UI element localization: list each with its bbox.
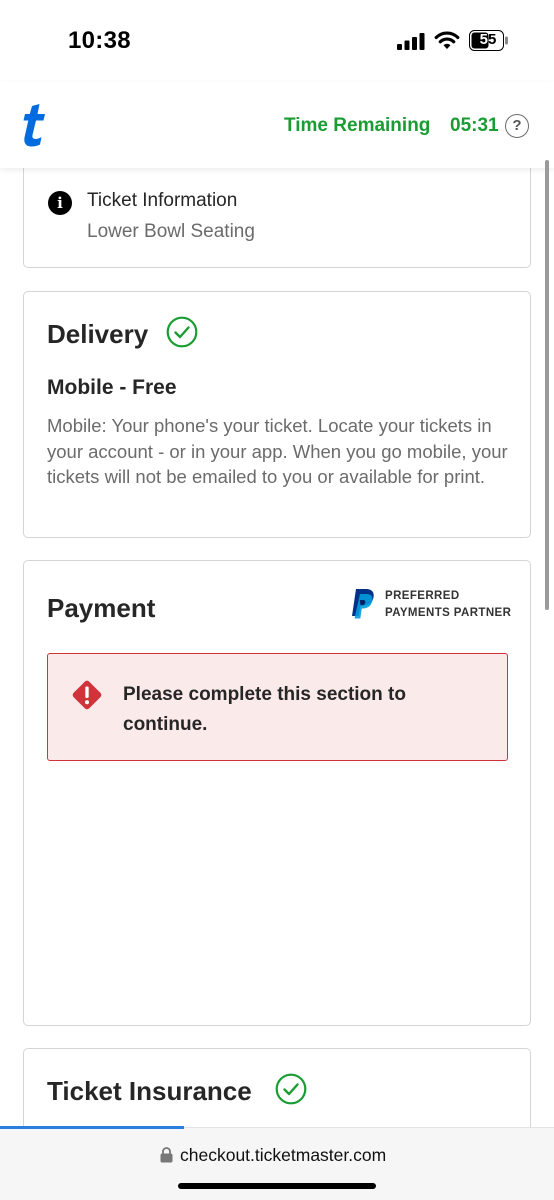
- cellular-signal-icon: [397, 33, 425, 50]
- delivery-title: Delivery: [47, 319, 149, 349]
- delivery-card: Delivery Mobile - Free Mobile: Your phon…: [23, 291, 531, 538]
- screen: 10:38 55 Time Remaining 05:31 ? i Ticket…: [0, 0, 554, 1200]
- partner-label-line1: PREFERRED: [385, 590, 460, 602]
- help-icon[interactable]: ?: [505, 114, 529, 138]
- info-icon: i: [48, 191, 72, 215]
- payment-card: Payment PREFERRED PAYMENTS PARTNER Pleas…: [23, 560, 531, 1026]
- page-load-progress: [0, 1126, 184, 1129]
- partner-label-line2: PAYMENTS PARTNER: [385, 607, 512, 619]
- time-remaining-label: Time Remaining: [284, 115, 431, 136]
- url-text[interactable]: checkout.ticketmaster.com: [180, 1145, 386, 1166]
- delivery-method: Mobile - Free: [47, 376, 177, 399]
- payment-error-alert: Please complete this section to continue…: [47, 653, 508, 761]
- battery-level: 55: [479, 31, 497, 48]
- payment-title: Payment: [47, 593, 156, 623]
- check-circle-icon: [166, 316, 198, 348]
- status-bar: 10:38 55: [0, 0, 554, 82]
- ticketmaster-logo[interactable]: [22, 102, 48, 148]
- scrollbar[interactable]: [545, 160, 549, 610]
- warning-diamond-icon: [72, 680, 102, 710]
- status-time: 10:38: [68, 27, 131, 54]
- browser-url-bar[interactable]: checkout.ticketmaster.com: [0, 1126, 554, 1200]
- lock-icon: [160, 1147, 173, 1163]
- payment-error-message: Please complete this section to continue…: [123, 684, 406, 735]
- home-indicator[interactable]: [178, 1183, 376, 1189]
- ticket-info-title: Ticket Information: [87, 190, 238, 211]
- ticket-insurance-title: Ticket Insurance: [47, 1076, 252, 1106]
- check-circle-icon: [275, 1073, 307, 1105]
- ticket-info-subtitle: Lower Bowl Seating: [87, 221, 255, 242]
- paypal-icon: [352, 589, 374, 619]
- app-header: Time Remaining 05:31 ?: [0, 82, 554, 168]
- countdown-timer: 05:31: [450, 115, 499, 136]
- wifi-icon: [434, 31, 460, 49]
- delivery-description: Mobile: Your phone's your ticket. Locate…: [47, 415, 508, 487]
